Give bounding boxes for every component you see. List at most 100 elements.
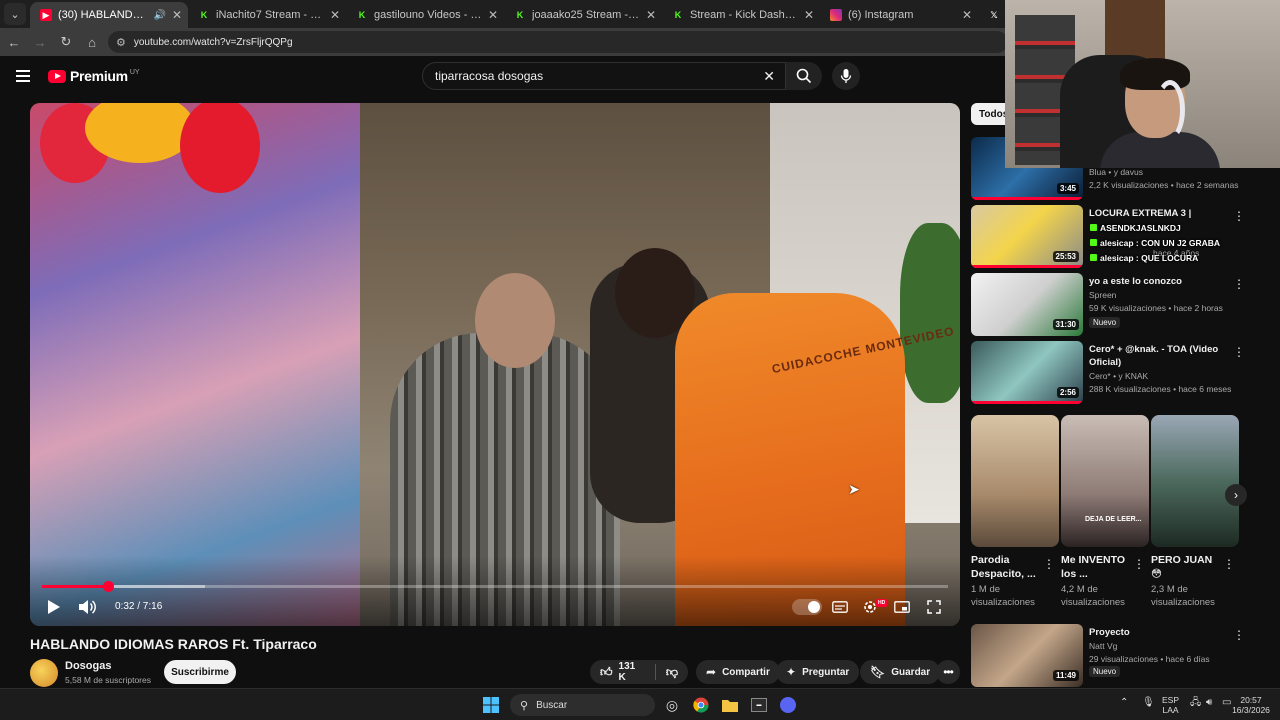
more-vert-icon[interactable]: ⋮ — [1043, 557, 1055, 571]
save-button[interactable]: 🔖︎ Guardar — [860, 660, 941, 684]
more-actions-button[interactable]: ••• — [936, 660, 960, 684]
recommended-video[interactable]: 11:49 Proyecto Natt Vg 29 visualizacione… — [971, 624, 1251, 688]
dislike-button[interactable]: 👎︎ — [656, 660, 688, 684]
shorts-next-button[interactable]: › — [1225, 484, 1247, 506]
taskbar-search-input[interactable]: ⚲ Buscar — [510, 694, 655, 716]
channel-name[interactable]: Natt Vg — [1089, 641, 1117, 651]
channel-name[interactable]: Dosogas — [65, 660, 111, 672]
short-views: 4,2 M de visualizaciones — [1061, 584, 1125, 608]
more-vert-icon[interactable]: ⋮ — [1233, 209, 1245, 223]
tab-youtube-video[interactable]: ▶ (30) HABLANDO IDIOMAS RAROS Ft. Tiparr… — [30, 2, 188, 28]
like-button[interactable]: 👍︎ 131 K — [590, 660, 655, 684]
menu-icon[interactable] — [16, 70, 30, 82]
more-vert-icon[interactable]: ⋮ — [1233, 277, 1245, 291]
duration-badge: 11:49 — [1052, 670, 1079, 681]
video-title[interactable]: LOCURA EXTREMA 3 | — [1089, 207, 1229, 220]
video-title[interactable]: yo a este lo conozco — [1089, 275, 1229, 288]
chrome-icon[interactable] — [690, 694, 712, 716]
short-thumbnail[interactable] — [1151, 415, 1239, 547]
share-label: Compartir — [722, 666, 770, 678]
close-icon[interactable]: ✕ — [488, 8, 498, 22]
windows-start-icon[interactable] — [480, 694, 502, 716]
share-button[interactable]: ➦ Compartir — [696, 660, 780, 684]
more-vert-icon[interactable]: ⋮ — [1223, 557, 1235, 571]
short-video[interactable]: Parodia Despacito, ... 1 M de visualizac… — [971, 415, 1059, 609]
short-title[interactable]: Me INVENTO los ... — [1061, 553, 1133, 581]
microphone-icon — [840, 69, 852, 83]
recommended-video[interactable]: 31:30 yo a este lo conozco Spreen 59 K v… — [971, 273, 1251, 337]
tab-kick-dashboard[interactable]: K Stream - Kick Dashboard ✕ — [662, 2, 820, 28]
close-icon[interactable]: ✕ — [172, 8, 182, 22]
progress-bar[interactable] — [42, 581, 948, 592]
close-icon[interactable]: ✕ — [804, 8, 814, 22]
app-icon[interactable]: ▬ — [748, 694, 770, 716]
file-explorer-icon[interactable] — [719, 694, 741, 716]
search-button[interactable] — [786, 62, 822, 90]
kick-icon: K — [200, 10, 208, 20]
tab-inachito7-stream[interactable]: K iNachito7 Stream - Watch Live on Kick … — [188, 2, 346, 28]
volume-icon[interactable]: 🔊︎ — [1206, 698, 1212, 708]
miniplayer-button[interactable] — [892, 597, 912, 617]
home-icon[interactable]: ⌂ — [80, 30, 104, 54]
close-icon[interactable]: ✕ — [962, 8, 972, 22]
channel-name[interactable]: Cero* • y KNAK — [1089, 371, 1148, 381]
channel-name[interactable]: Spreen — [1089, 290, 1116, 300]
youtube-premium-logo[interactable]: Premium UY — [48, 68, 140, 84]
tab-search-button[interactable]: ⌄ — [4, 3, 26, 25]
subscribe-button[interactable]: Suscribirme — [164, 660, 236, 684]
speaker-icon[interactable]: 🔊 — [154, 10, 166, 21]
search-input[interactable]: tiparracosa dosogas ✕ — [422, 62, 786, 90]
tab-gastilouno-videos[interactable]: K gastilouno Videos - Watch On Kick ✕ — [346, 2, 504, 28]
network-icon[interactable]: 🖧︎ — [1190, 698, 1201, 708]
obs-icon[interactable]: ◎ — [661, 694, 683, 716]
video-title[interactable]: Proyecto — [1089, 626, 1229, 639]
reload-icon[interactable]: ↻ — [54, 30, 78, 54]
tab-instagram[interactable]: (6) Instagram ✕ — [820, 2, 978, 28]
url-input[interactable]: ⚙ youtube.com/watch?v=ZrsFljrQQPg — [108, 31, 1008, 53]
channel-name[interactable]: Blua • y davus — [1089, 167, 1143, 177]
close-icon[interactable]: ✕ — [646, 8, 656, 22]
search-icon — [796, 68, 812, 84]
short-video[interactable]: PERO JUAN 😳 2,3 M de visualizaciones ⋮ — [1151, 415, 1239, 609]
chat-message: alesicap : QUE LOCURA — [1090, 253, 1198, 263]
microphone-icon[interactable]: 🎙︎ — [1142, 698, 1155, 708]
video-thumbnail[interactable]: 31:30 — [971, 273, 1083, 336]
language-indicator[interactable]: ESP LAA — [1162, 695, 1179, 715]
autoplay-toggle[interactable] — [792, 599, 822, 615]
voice-search-button[interactable] — [832, 62, 860, 90]
back-arrow-icon[interactable]: ← — [2, 30, 26, 54]
ask-button[interactable]: ✦ Preguntar — [776, 660, 860, 684]
tab-joaaako25-stream[interactable]: K joaaako25 Stream - Watch Live on Kick … — [504, 2, 662, 28]
chevron-up-icon[interactable]: ⌃ — [1120, 698, 1128, 708]
more-vert-icon[interactable]: ⋮ — [1233, 345, 1245, 359]
discord-icon[interactable] — [777, 694, 799, 716]
video-title[interactable]: Cero* + @knak. - TOA (Video Oficial) — [1089, 343, 1229, 369]
short-video[interactable]: DEJA DE LEER... Me INVENTO los ... 4,2 M… — [1061, 415, 1149, 609]
short-views: 2,3 M de visualizaciones — [1151, 584, 1215, 608]
video-thumbnail[interactable]: 2:56 — [971, 341, 1083, 404]
volume-button[interactable] — [78, 597, 98, 617]
short-title[interactable]: PERO JUAN 😳 — [1151, 553, 1223, 581]
subtitles-button[interactable] — [830, 597, 850, 617]
play-button[interactable] — [46, 597, 62, 617]
clear-search-icon[interactable]: ✕ — [763, 68, 775, 85]
ask-label: Preguntar — [802, 666, 850, 678]
short-thumbnail[interactable] — [971, 415, 1059, 547]
site-settings-icon[interactable]: ⚙ — [116, 36, 126, 49]
more-vert-icon[interactable]: ⋮ — [1133, 557, 1145, 571]
short-thumbnail[interactable]: DEJA DE LEER... — [1061, 415, 1149, 547]
recommended-video[interactable]: 2:56 Cero* + @knak. - TOA (Video Oficial… — [971, 341, 1251, 405]
tab-title: (30) HABLANDO IDIOMAS RAROS Ft. Tiparrac… — [58, 9, 150, 21]
video-thumbnail[interactable]: 11:49 — [971, 624, 1083, 687]
video-player[interactable]: CUIDACOCHE MONTEVIDEO 0:32 / 7:16 HD ➤ — [30, 103, 960, 626]
more-vert-icon[interactable]: ⋮ — [1233, 628, 1245, 642]
close-icon[interactable]: ✕ — [330, 8, 340, 22]
kick-icon: K — [358, 10, 366, 20]
short-title[interactable]: Parodia Despacito, ... — [971, 553, 1043, 581]
channel-avatar[interactable] — [30, 659, 58, 687]
fullscreen-button[interactable] — [924, 597, 944, 617]
clock[interactable]: 20:57 16/3/2026 — [1228, 695, 1274, 715]
forward-arrow-icon[interactable]: → — [28, 30, 52, 54]
miniplayer-icon — [894, 601, 910, 613]
video-thumbnail[interactable]: 25:53 — [971, 205, 1083, 268]
